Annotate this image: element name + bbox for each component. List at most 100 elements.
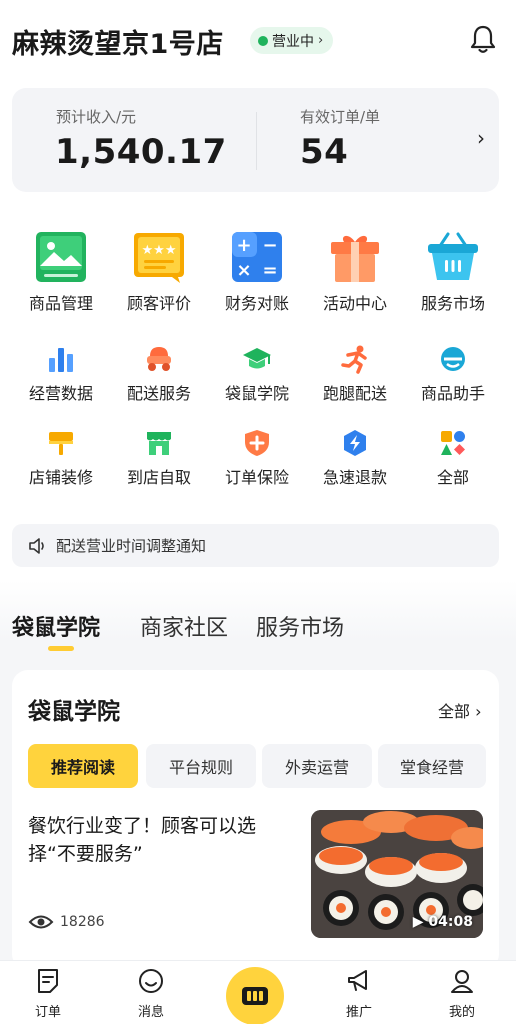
delivery-scooter-icon	[147, 347, 171, 371]
grid-item-label: 到店自取	[126, 468, 191, 487]
nav-label: 推广	[345, 1005, 372, 1020]
header: 麻辣烫望京1号店 营业中 ›	[0, 18, 516, 64]
svg-text:×: ×	[236, 260, 251, 281]
bell-icon[interactable]	[466, 22, 500, 56]
academy-card: 袋鼠学院 全部 › 推荐阅读 平台规则 外卖运营 堂食经营 餐饮行业变了！顾客可…	[12, 670, 499, 970]
grid-item-product-assistant[interactable]: 商品助手	[404, 344, 502, 404]
tab-kangaroo-academy[interactable]: 袋鼠学院	[12, 610, 100, 642]
nav-item-store-center[interactable]	[226, 967, 284, 1024]
stats-divider	[256, 112, 257, 170]
svg-text:+: +	[236, 235, 251, 256]
grid-item-activity-center[interactable]: 活动中心	[306, 230, 404, 314]
status-label: 营业中	[272, 33, 314, 50]
status-chevron-icon: ›	[318, 33, 324, 48]
store-name[interactable]: 麻辣烫望京1号店	[12, 22, 224, 61]
speaker-icon	[29, 537, 44, 554]
grid-item-label: 活动中心	[322, 294, 387, 313]
article-thumbnail[interactable]: ▶ 04:08	[311, 810, 483, 938]
grid-item-all[interactable]: 全部	[404, 428, 502, 488]
grid-item-label: 袋鼠学院	[224, 384, 289, 403]
grid-item-kangaroo-academy[interactable]: 袋鼠学院	[208, 344, 306, 404]
svg-text:−: −	[262, 235, 277, 256]
notice-text: 配送营业时间调整通知	[56, 537, 207, 555]
paint-roller-icon	[49, 432, 73, 455]
grid-item-label: 配送服务	[126, 384, 191, 403]
income-label: 预计收入/元	[56, 108, 137, 126]
grid-item-label: 服务市场	[420, 294, 485, 313]
grid-item-order-insurance[interactable]: 订单保险	[208, 428, 306, 488]
grid-item-customer-review[interactable]: ★★★ 顾客评价	[110, 230, 208, 314]
product-assistant-icon	[441, 347, 465, 371]
nav-label: 消息	[137, 1005, 164, 1020]
shield-plus-icon	[245, 430, 269, 456]
order-icon	[38, 969, 58, 993]
chip-dine-in-ops[interactable]: 堂食经营	[378, 744, 486, 788]
svg-text:★★★: ★★★	[142, 243, 177, 258]
bar-chart-icon	[49, 348, 73, 372]
grid-item-business-data[interactable]: 经营数据	[12, 344, 110, 404]
nav-item-messages[interactable]: 消息	[121, 967, 181, 1020]
grid-item-label: 店铺装修	[28, 468, 93, 487]
nav-item-orders[interactable]: 订单	[18, 967, 78, 1020]
video-duration: ▶ 04:08	[413, 914, 473, 930]
chevron-right-icon: ›	[475, 702, 482, 721]
grid-item-label: 商品管理	[28, 294, 93, 313]
shopping-basket-icon	[428, 232, 478, 280]
grid-item-label: 商品助手	[420, 384, 485, 403]
grid-item-label: 全部	[436, 468, 469, 487]
view-count: 18286	[28, 913, 105, 931]
grid-item-product-management[interactable]: 商品管理	[12, 230, 110, 314]
status-badge[interactable]: 营业中 ›	[250, 27, 334, 54]
grid-item-store-decoration[interactable]: 店铺装修	[12, 428, 110, 488]
nav-item-profile[interactable]: 我的	[432, 967, 492, 1020]
message-icon	[139, 969, 163, 993]
grid-item-delivery-service[interactable]: 配送服务	[110, 344, 208, 404]
running-man-icon	[341, 345, 367, 374]
grid-item-in-store-pickup[interactable]: 到店自取	[110, 428, 208, 488]
grid-item-service-market[interactable]: 服务市场	[404, 230, 502, 314]
chip-platform-rules[interactable]: 平台规则	[146, 744, 256, 788]
content-tabs: 袋鼠学院 商家社区 服务市场	[0, 608, 516, 658]
stats-chevron-icon[interactable]: ›	[477, 126, 485, 150]
megaphone-icon	[348, 970, 367, 991]
grid-item-label: 订单保险	[224, 468, 289, 487]
merchant-home-page: 麻辣烫望京1号店 营业中 › 预计收入/元 1,540.17 有效订单/单 54…	[0, 0, 516, 1024]
grid-item-label: 跑腿配送	[322, 384, 387, 403]
tab-merchant-community[interactable]: 商家社区	[140, 610, 228, 642]
income-value: 1,540.17	[55, 132, 227, 172]
grid-item-label: 经营数据	[28, 384, 93, 403]
view-all-link[interactable]: 全部 ›	[438, 698, 482, 722]
stats-card[interactable]: 预计收入/元 1,540.17 有效订单/单 54 ›	[12, 88, 499, 192]
all-apps-icon	[441, 431, 465, 455]
play-icon: ▶	[412, 914, 424, 930]
academy-title: 袋鼠学院	[28, 699, 120, 725]
chip-takeout-ops[interactable]: 外卖运营	[262, 744, 372, 788]
grid-item-fast-refund[interactable]: 急速退款	[306, 428, 404, 488]
nav-label: 我的	[448, 1005, 475, 1020]
view-count-value: 18286	[60, 914, 105, 930]
chip-recommended[interactable]: 推荐阅读	[28, 744, 138, 788]
view-all-label: 全部	[438, 702, 471, 721]
grid-item-label: 顾客评价	[126, 294, 191, 313]
orders-label: 有效订单/单	[300, 108, 381, 126]
nav-item-promotion[interactable]: 推广	[329, 967, 389, 1020]
graduation-cap-icon	[243, 348, 271, 369]
video-duration-value: 04:08	[428, 914, 473, 930]
storefront-icon	[147, 432, 171, 455]
finance-calculator-icon: + − × =	[232, 232, 282, 282]
orders-value: 54	[300, 132, 349, 172]
customer-review-icon: ★★★	[134, 233, 184, 283]
bottom-nav: 订单 消息 推广 我的	[0, 960, 516, 1024]
gift-box-icon	[331, 235, 379, 282]
lightning-shield-icon	[344, 430, 366, 456]
product-management-icon	[36, 232, 86, 282]
profile-icon	[451, 970, 473, 993]
notice-bar[interactable]: 配送营业时间调整通知	[12, 524, 499, 567]
store-center-icon	[242, 987, 268, 1005]
tab-service-market[interactable]: 服务市场	[256, 610, 344, 642]
grid-item-label: 财务对账	[224, 294, 289, 313]
grid-item-errand-delivery[interactable]: 跑腿配送	[306, 344, 404, 404]
tab-active-indicator	[48, 646, 74, 651]
grid-item-finance[interactable]: + − × = 财务对账	[208, 230, 306, 314]
article-title[interactable]: 餐饮行业变了！顾客可以选择“不要服务”	[28, 812, 290, 868]
